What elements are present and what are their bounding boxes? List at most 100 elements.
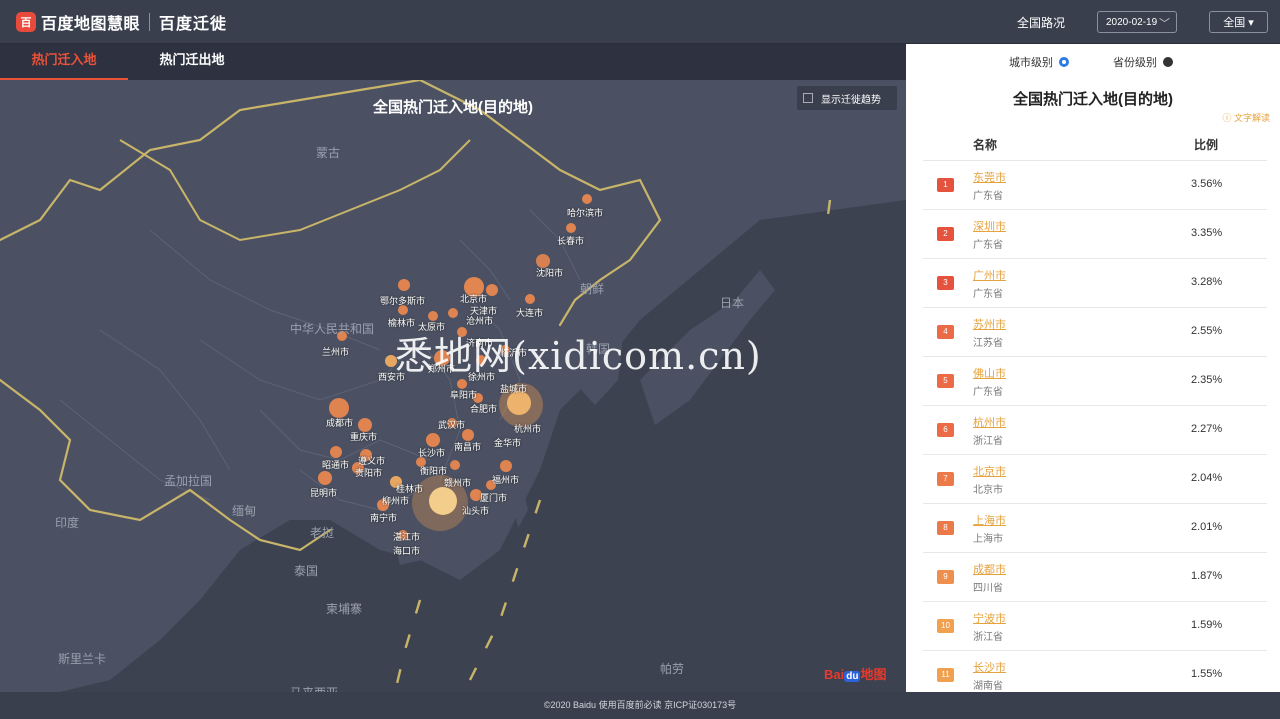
region-label: 泰国 [294,564,319,578]
city-label: 大连市 [516,308,544,318]
baidu-map-logo-icon[interactable]: 百 [16,11,36,32]
map-title: 全国热门迁入地(目的地) [373,99,533,116]
rank-badge: 11 [937,668,954,682]
table-row: 7 北京市 北京市 2.04% [923,454,1267,503]
footer-text[interactable]: ©2020 Baidu 使用百度前必读 京ICP证030173号 [544,700,736,710]
rank-badge: 4 [937,325,954,339]
province-name: 广东省 [973,289,1003,300]
city-link[interactable]: 北京市 [973,463,1006,479]
region-dropdown[interactable]: 全国 ▾ [1209,11,1268,33]
city-link[interactable]: 上海市 [973,512,1006,528]
city-label: 柳州市 [382,496,410,506]
city-level-radio[interactable] [1059,57,1069,67]
region-label: 朝鲜 [580,282,605,296]
city-label: 昭通市 [322,460,350,470]
city-label: 盐城市 [500,384,528,394]
trend-checkbox[interactable] [803,93,813,103]
chevron-down-icon: ﹀ [1159,18,1170,30]
ratio-value: 3.56% [1191,178,1223,190]
tab-hot-outbound[interactable]: 热门迁出地 [128,44,256,80]
ratio-value: 2.55% [1191,325,1223,337]
city-level-option[interactable]: 城市级别 [1009,54,1069,70]
province-name: 广东省 [973,240,1003,251]
watermark-text: 悉地网(xidicom.cn) [395,334,762,378]
rank-badge: 2 [937,227,954,241]
city-label: 重庆市 [350,432,378,442]
city-label: 厦门市 [480,493,508,503]
city-label: 福州市 [492,475,520,485]
city-label: 哈尔滨市 [567,208,604,218]
map-canvas [0,80,906,692]
brand-name[interactable]: 百度地图慧眼 [41,10,140,34]
province-name: 湖南省 [973,681,1003,692]
heat-dot [330,446,342,458]
region-label: 缅甸 [232,504,257,518]
city-label: 金华市 [494,438,522,448]
region-label: 日本 [720,296,745,310]
city-label: 长沙市 [418,448,446,458]
region-label: 印度 [55,516,80,530]
city-link[interactable]: 深圳市 [973,218,1006,234]
city-label: 兰州市 [322,347,350,357]
heat-dot [448,308,458,318]
city-link[interactable]: 宁波市 [973,610,1006,626]
heat-dot [582,194,592,204]
show-trend-toggle[interactable]: 显示迁徙趋势 [797,86,897,110]
province-name: 北京市 [973,485,1003,496]
rank-badge: 5 [937,374,954,388]
city-label: 昆明市 [310,488,338,498]
province-name: 浙江省 [973,436,1003,447]
tab-hot-inbound[interactable]: 热门迁入地 [0,44,128,80]
province-level-radio[interactable] [1163,57,1173,67]
heat-dot [486,284,498,296]
heat-dot [426,433,440,447]
migration-map[interactable]: 全国热门迁入地(目的地) 显示迁徙趋势 蒙古 朝鲜 日本 中华人民共和国 韩国 … [0,80,906,692]
city-link[interactable]: 成都市 [973,561,1006,577]
table-row: 10 宁波市 浙江省 1.59% [923,601,1267,650]
city-link[interactable]: 佛山市 [973,365,1006,381]
rank-badge: 1 [937,178,954,192]
city-link[interactable]: 苏州市 [973,316,1006,332]
table-row: 4 苏州市 江苏省 2.55% [923,307,1267,356]
province-level-option[interactable]: 省份级别 [1113,54,1173,70]
national-traffic-link[interactable]: 全国路况 [1017,14,1065,31]
panel-title: 全国热门迁入地(目的地) [1013,91,1173,108]
city-label: 南宁市 [370,513,398,523]
city-link[interactable]: 长沙市 [973,659,1006,675]
province-name: 四川省 [973,583,1003,594]
date-picker[interactable]: 2020-02-19 ﹀ [1097,11,1177,33]
table-row: 5 佛山市 广东省 2.35% [923,356,1267,405]
column-header-ratio: 比例 [1194,138,1219,152]
table-row: 3 广州市 广东省 3.28% [923,258,1267,307]
rank-badge: 3 [937,276,954,290]
region-label: 马来西亚 [290,684,338,692]
ratio-value: 1.59% [1191,619,1223,631]
city-link[interactable]: 东莞市 [973,169,1006,185]
migration-tabs: 热门迁入地 热门迁出地 [0,44,906,80]
city-label: 贵阳市 [355,468,383,478]
city-label: 合肥市 [470,404,498,414]
heat-dot [450,460,460,470]
heat-dot [398,279,410,291]
heat-dot [318,471,332,485]
rank-badge: 8 [937,521,954,535]
region-label: 蒙古 [316,146,341,160]
table-row: 1 东莞市 广东省 3.56% [923,160,1267,209]
rank-badge: 6 [937,423,954,437]
table-row: 9 成都市 四川省 1.87% [923,552,1267,601]
ratio-value: 3.28% [1191,276,1223,288]
region-value: 全国 ▾ [1223,17,1254,29]
text-explain-link[interactable]: ⓘ 文字解读 [1222,111,1270,124]
column-header-name: 名称 [973,138,998,152]
province-name: 上海市 [973,534,1003,545]
header-divider [149,12,151,31]
city-link[interactable]: 杭州市 [973,414,1006,430]
city-label: 阜阳市 [450,390,478,400]
city-link[interactable]: 广州市 [973,267,1006,283]
region-label: 柬埔寨 [326,602,363,616]
province-name: 浙江省 [973,632,1003,643]
city-label: 海口市 [393,546,421,556]
ratio-value: 1.55% [1191,668,1223,680]
ratio-value: 2.04% [1191,472,1223,484]
ratio-value: 2.35% [1191,374,1223,386]
